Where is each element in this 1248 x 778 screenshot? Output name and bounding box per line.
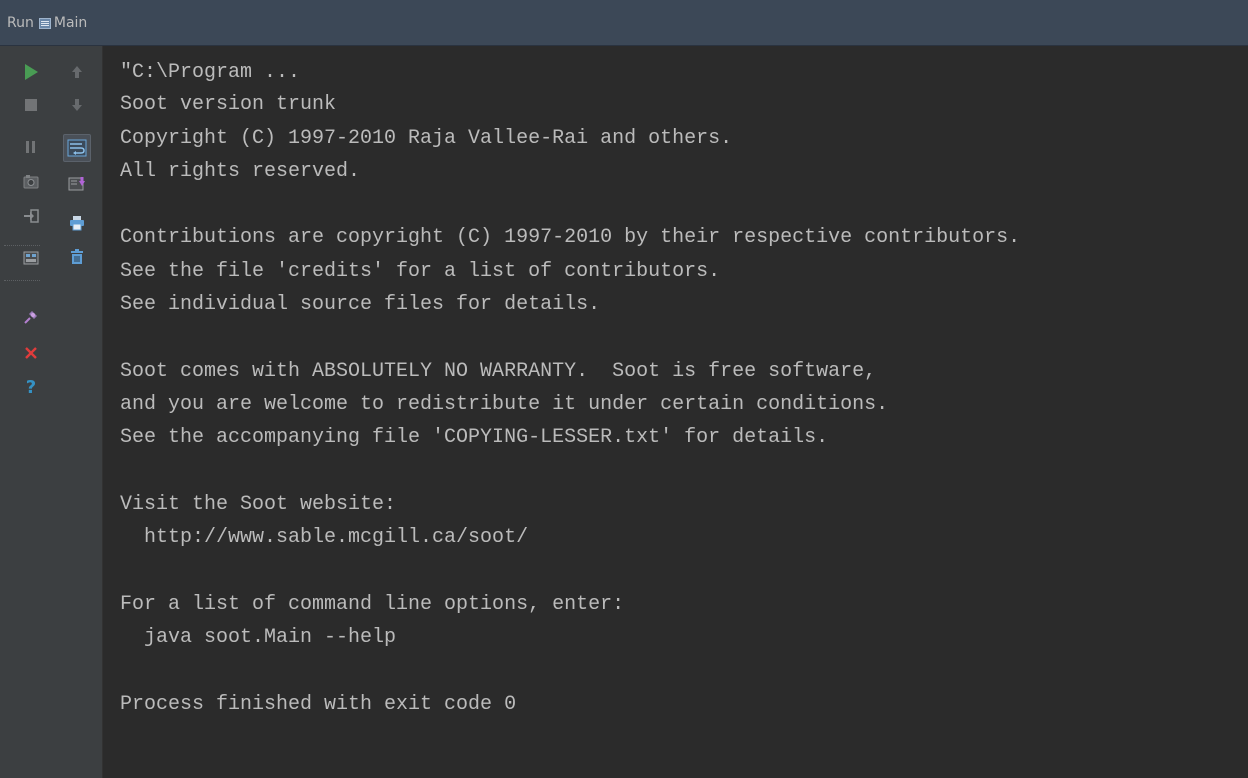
run-actions-toolbar: ?	[0, 46, 60, 778]
scroll-to-end-icon	[68, 177, 85, 191]
console-output[interactable]: "C:\Program ... Soot version trunk Copyr…	[104, 46, 1248, 778]
console-line: Soot version trunk	[120, 93, 337, 116]
run-tool-window-header: Run Main	[0, 0, 1248, 46]
toolbar-separator	[4, 280, 40, 282]
console-line: See individual source files for details.	[120, 293, 601, 316]
console-line: For a list of command line options, ente…	[120, 593, 625, 616]
console-line: Copyright (C) 1997-2010 Raja Vallee-Rai …	[120, 127, 733, 150]
down-arrow-icon	[72, 99, 82, 111]
trash-icon	[71, 249, 83, 264]
print-icon	[70, 216, 84, 231]
restore-layout-button[interactable]	[19, 246, 43, 270]
exit-icon	[24, 209, 39, 223]
dump-threads-button[interactable]	[19, 170, 43, 194]
print-button[interactable]	[65, 211, 89, 235]
console-line: See the file 'credits' for a list of con…	[120, 260, 721, 283]
console-line: http://www.sable.mcgill.ca/soot/	[120, 526, 529, 549]
console-line: Process finished with exit code 0	[120, 693, 517, 716]
dump-threads-icon	[23, 175, 39, 189]
run-configuration-tab[interactable]: Main	[54, 15, 87, 31]
rerun-button[interactable]	[19, 60, 43, 84]
console-line: Contributions are copyright (C) 1997-201…	[120, 226, 1021, 249]
run-label: Run	[7, 14, 34, 31]
console-actions-toolbar	[59, 46, 103, 778]
exit-button[interactable]	[19, 204, 43, 228]
stop-button[interactable]	[19, 93, 43, 117]
help-button[interactable]: ?	[19, 375, 43, 399]
stop-icon	[25, 99, 37, 111]
console-line: All rights reserved.	[120, 160, 361, 183]
help-icon: ?	[25, 376, 37, 398]
next-occurrence-button[interactable]	[65, 93, 89, 117]
application-window-icon	[38, 18, 51, 29]
close-icon	[25, 347, 37, 359]
up-arrow-icon	[72, 66, 82, 78]
scroll-to-end-button[interactable]	[65, 172, 89, 196]
pin-button[interactable]	[19, 305, 43, 329]
console-line: java soot.Main --help	[120, 626, 397, 649]
clear-all-button[interactable]	[65, 245, 89, 269]
console-line: and you are welcome to redistribute it u…	[120, 393, 889, 416]
rerun-icon	[25, 64, 38, 80]
pin-icon	[24, 311, 37, 324]
console-line: Soot comes with ABSOLUTELY NO WARRANTY. …	[120, 360, 877, 383]
soft-wrap-icon	[67, 139, 87, 157]
console-line: See the accompanying file 'COPYING-LESSE…	[120, 426, 829, 449]
restore-layout-icon	[23, 251, 39, 265]
pause-button[interactable]	[19, 135, 43, 159]
console-line: Visit the Soot website:	[120, 493, 397, 516]
pause-icon	[26, 141, 35, 153]
run-tool-window: Run Main ? "C:\Program ... Soot version …	[0, 0, 1248, 778]
console-line: "C:\Program ...	[120, 61, 301, 84]
close-button[interactable]	[19, 341, 43, 365]
previous-occurrence-button[interactable]	[65, 60, 89, 84]
soft-wrap-button[interactable]	[63, 134, 91, 162]
